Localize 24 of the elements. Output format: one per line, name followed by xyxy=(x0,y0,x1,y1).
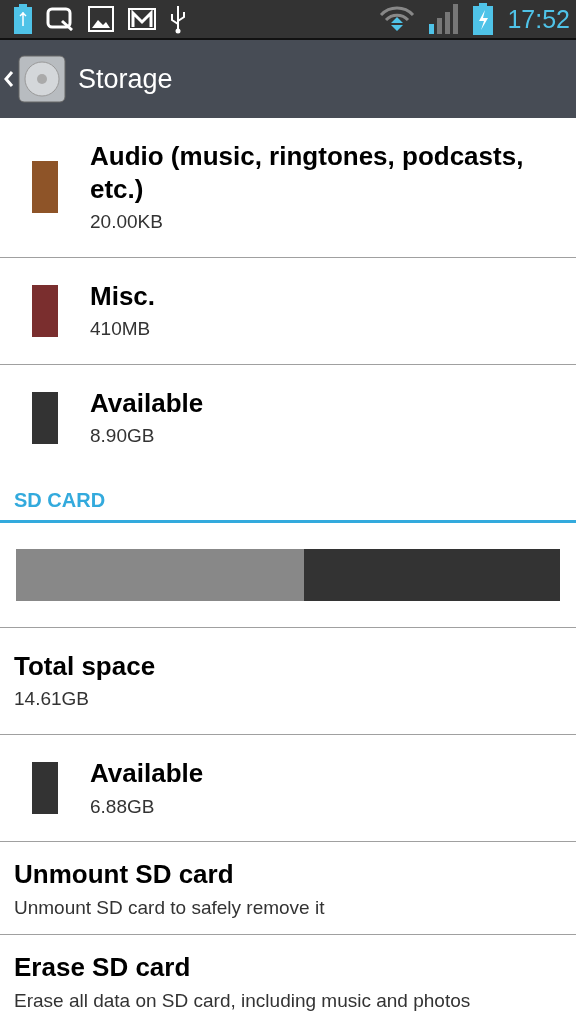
menu-item[interactable]: Unmount SD card Unmount SD card to safely remove it xyxy=(14,858,325,921)
menu-item[interactable]: Erase SD card Erase all data on SD card, including music and photos xyxy=(14,951,471,1014)
section-header: SD CARD xyxy=(14,488,106,511)
item-title: Audio (music, ringtones, podcasts, etc.) xyxy=(90,140,525,205)
battery-charging-icon xyxy=(473,3,494,35)
item-title: Total space xyxy=(14,649,156,683)
usb-icon xyxy=(170,4,186,34)
item-size: 20.00KB xyxy=(90,210,164,234)
wifi-icon xyxy=(379,5,416,33)
clock-time: 17:52 xyxy=(507,4,570,34)
battery-icon xyxy=(14,4,32,34)
item-size: 14.61GB xyxy=(14,687,90,712)
item-title: Available xyxy=(90,386,204,420)
quick-memo-icon xyxy=(46,7,74,31)
item-size: 8.90GB xyxy=(90,424,156,449)
picture-icon xyxy=(88,6,114,32)
item-size: 410MB xyxy=(90,317,152,342)
item-title: Available xyxy=(90,757,204,790)
item-title: Misc. xyxy=(90,279,156,313)
back-button[interactable] xyxy=(4,55,66,103)
screen-title: Storage xyxy=(78,63,173,95)
mail-icon xyxy=(128,8,156,30)
item-size: 6.88GB xyxy=(90,794,156,819)
signal-icon xyxy=(429,4,460,34)
